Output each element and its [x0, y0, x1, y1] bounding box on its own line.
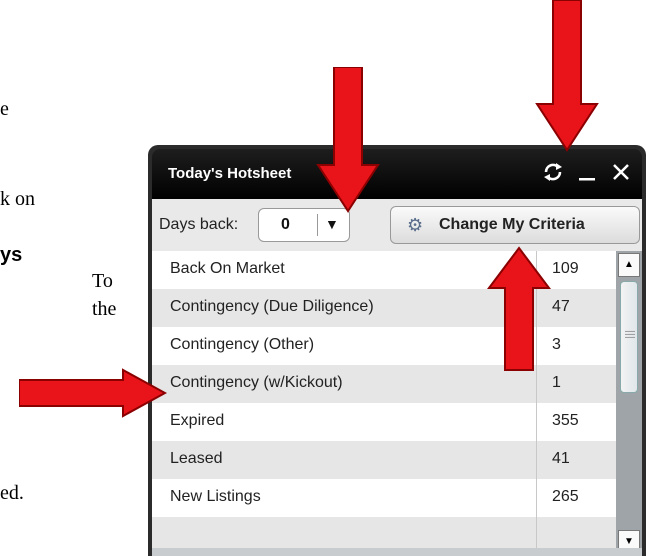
row-label[interactable]: Expired [170, 412, 224, 430]
widget-title: Today's Hotsheet [168, 165, 292, 182]
arrow-right-icon [19, 368, 167, 418]
widget-titlebar: Today's Hotsheet [152, 149, 642, 199]
titlebar-controls [542, 161, 632, 187]
doc-text-fragment: ys [0, 244, 23, 266]
scroll-up-icon[interactable]: ▲ [618, 253, 640, 277]
row-count[interactable]: 265 [552, 488, 579, 506]
row-count[interactable]: 47 [552, 298, 570, 316]
list-item[interactable]: New Listings 265 [152, 479, 616, 517]
doc-text-fragment: the [92, 298, 117, 320]
row-label[interactable]: New Listings [170, 488, 261, 506]
gear-icon: ⚙ [407, 215, 424, 235]
arrow-up-icon [487, 246, 551, 371]
list-item[interactable]: Leased 41 [152, 441, 616, 479]
doc-text-fragment: To [92, 270, 113, 292]
widget-footer [152, 548, 642, 556]
row-count[interactable]: 109 [552, 260, 579, 278]
doc-text-fragment: ed. [0, 482, 24, 504]
scrollbar[interactable]: ▲ ― ― ― ▼ [616, 251, 642, 556]
hotsheet-widget: Today's Hotsheet Days back: 0 ▼ ⚙ Change… [148, 145, 646, 556]
row-label[interactable]: Contingency (w/Kickout) [170, 374, 343, 392]
days-back-value: 0 [281, 216, 290, 233]
refresh-icon[interactable] [542, 161, 564, 187]
select-divider [317, 214, 318, 236]
row-label[interactable]: Back On Market [170, 260, 285, 278]
scrollbar-thumb[interactable]: ― ― ― [620, 281, 638, 393]
doc-text-fragment: e [0, 98, 9, 120]
minimize-icon[interactable] [576, 161, 598, 187]
close-icon[interactable] [610, 161, 632, 187]
row-count[interactable]: 41 [552, 450, 570, 468]
arrow-down-icon [535, 0, 599, 152]
hotsheet-list: Back On Market 109 Contingency (Due Dili… [152, 251, 642, 556]
arrow-down-icon [316, 67, 380, 213]
chevron-down-icon[interactable]: ▼ [325, 216, 339, 232]
list-item[interactable]: Expired 355 [152, 403, 616, 441]
grip-icon: ― ― ― [625, 326, 635, 343]
row-count[interactable]: 355 [552, 412, 579, 430]
change-criteria-button[interactable]: ⚙ Change My Criteria [390, 206, 640, 244]
row-label[interactable]: Contingency (Other) [170, 336, 314, 354]
row-label[interactable]: Contingency (Due Diligence) [170, 298, 374, 316]
change-criteria-label: Change My Criteria [439, 216, 585, 233]
row-count[interactable]: 1 [552, 374, 561, 392]
row-label[interactable]: Leased [170, 450, 223, 468]
days-back-label: Days back: [159, 216, 239, 233]
row-count[interactable]: 3 [552, 336, 561, 354]
widget-toolbar: Days back: 0 ▼ ⚙ Change My Criteria [152, 199, 642, 251]
doc-text-fragment: k on [0, 188, 35, 210]
